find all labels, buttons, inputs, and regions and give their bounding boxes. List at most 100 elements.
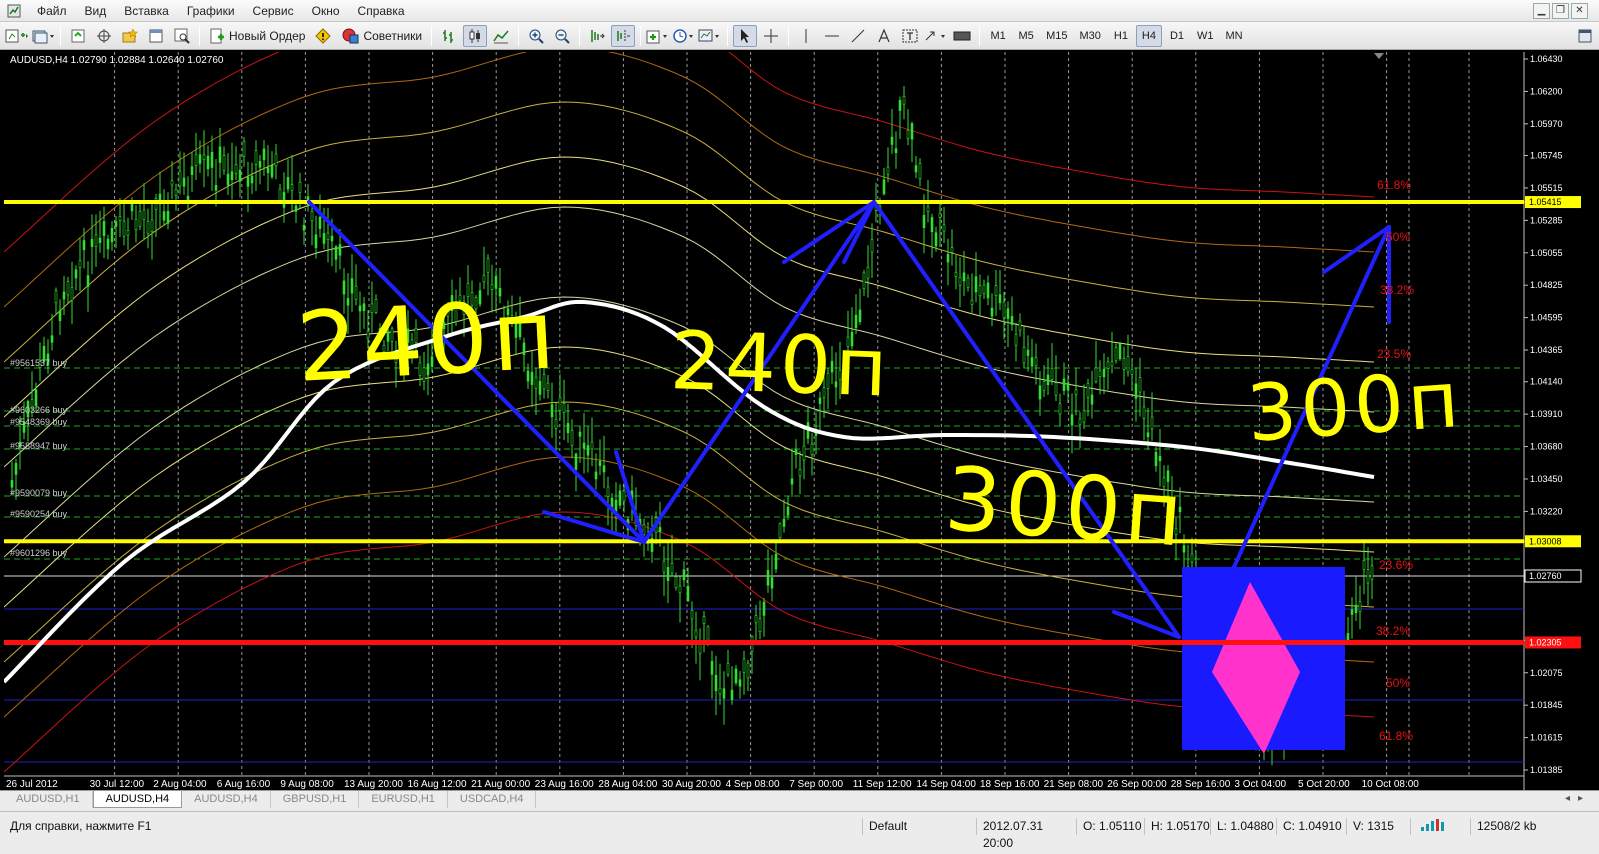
- color-tool-button[interactable]: [950, 25, 974, 47]
- timeframe-h4[interactable]: H4: [1135, 24, 1162, 47]
- menu-bar: Файл Вид Вставка Графики Сервис Окно Спр…: [0, 0, 1599, 22]
- data-window-button[interactable]: [92, 25, 116, 47]
- timeframe-m15[interactable]: M15: [1041, 25, 1072, 47]
- candle-body: [14, 463, 18, 475]
- date-axis-label: 30 Jul 12:00: [90, 779, 145, 790]
- candle-body: [238, 169, 242, 182]
- candle-body: [1010, 316, 1014, 325]
- profiles-button[interactable]: [31, 25, 55, 47]
- tab-audusd-h4[interactable]: AUDUSD,H4: [182, 791, 271, 808]
- candle-body: [710, 661, 714, 675]
- vertical-line-tool-button[interactable]: [794, 25, 818, 47]
- candle-body: [606, 486, 610, 497]
- timeframe-mn[interactable]: MN: [1220, 25, 1247, 47]
- timeframe-m5[interactable]: M5: [1013, 25, 1039, 47]
- crosshair-tool-button[interactable]: [759, 25, 783, 47]
- tab-audusd-h4-active[interactable]: AUDUSD,H4: [92, 791, 183, 808]
- experts-label: Советники: [363, 28, 423, 43]
- tab-audusd-h1[interactable]: AUDUSD,H1: [4, 791, 93, 808]
- menu-view[interactable]: Вид: [76, 0, 116, 22]
- candle-body: [222, 154, 226, 171]
- candle-body: [586, 445, 590, 456]
- candle-body: [1022, 346, 1026, 364]
- menu-charts[interactable]: Графики: [178, 0, 244, 22]
- candle-body: [126, 229, 130, 236]
- periods-button[interactable]: [672, 25, 696, 47]
- price-axis-label: 1.01615: [1530, 733, 1563, 743]
- menu-window[interactable]: Окно: [303, 0, 349, 22]
- menu-help[interactable]: Справка: [349, 0, 414, 22]
- candlestick-chart-button[interactable]: [463, 24, 488, 47]
- candle-body: [1150, 416, 1154, 430]
- candle-body: [1042, 381, 1046, 391]
- restore-button[interactable]: ❐: [1552, 3, 1569, 19]
- candle-body: [230, 171, 234, 180]
- status-profile: Default: [862, 818, 974, 835]
- candle-body: [682, 569, 686, 581]
- bar-chart-button[interactable]: [437, 25, 461, 47]
- candle-body: [762, 601, 766, 616]
- candle-body: [658, 527, 662, 532]
- status-datetime: 2012.07.31 20:00: [976, 818, 1076, 850]
- tab-usdcad-h4[interactable]: USDCAD,H4: [448, 791, 537, 808]
- trendline-tool-button[interactable]: [846, 25, 870, 47]
- text-tool-button[interactable]: [872, 25, 896, 47]
- autotrading-info-button[interactable]: [311, 25, 335, 47]
- market-watch-button[interactable]: [66, 25, 90, 47]
- candle-body: [122, 220, 126, 237]
- timeframe-w1[interactable]: W1: [1192, 25, 1219, 47]
- tab-eurusd-h1[interactable]: EURUSD,H1: [359, 791, 448, 808]
- indicators-button[interactable]: [646, 25, 670, 47]
- candle-body: [226, 173, 230, 186]
- candle-body: [926, 206, 930, 213]
- text-label-tool-button[interactable]: [898, 25, 922, 47]
- experts-button[interactable]: Советники: [337, 25, 426, 47]
- chart-shift-button[interactable]: [611, 24, 636, 47]
- menu-tools[interactable]: Сервис: [244, 0, 303, 22]
- strategy-tester-button[interactable]: [170, 25, 194, 47]
- candle-body: [106, 238, 110, 250]
- minimize-button[interactable]: ▁: [1533, 3, 1550, 19]
- arrows-tool-button[interactable]: [924, 25, 948, 47]
- candle-body: [778, 523, 782, 539]
- timeframe-d1[interactable]: D1: [1164, 25, 1190, 47]
- candle-body: [1074, 389, 1078, 395]
- candle-body: [666, 567, 670, 581]
- new-order-button[interactable]: Новый Ордер: [205, 25, 309, 47]
- new-chart-button[interactable]: [5, 25, 29, 47]
- candle-body: [218, 146, 222, 163]
- candle-body: [1118, 343, 1122, 360]
- zoom-out-button[interactable]: [550, 25, 574, 47]
- terminal-button[interactable]: [144, 25, 168, 47]
- timeframe-m30[interactable]: M30: [1075, 25, 1106, 47]
- candle-body: [1350, 609, 1354, 615]
- chart-window-close-button[interactable]: [1573, 25, 1597, 47]
- menu-insert[interactable]: Вставка: [115, 0, 178, 22]
- candle-body: [1078, 418, 1082, 425]
- timeframe-h1[interactable]: H1: [1108, 25, 1134, 47]
- candle-body: [1086, 382, 1090, 398]
- auto-scroll-button[interactable]: [585, 25, 609, 47]
- candle-body: [138, 211, 142, 227]
- warning-diamond-icon: [315, 27, 332, 44]
- chart-shift-icon: [617, 29, 631, 42]
- cursor-tool-button[interactable]: [733, 24, 758, 47]
- zoom-in-button[interactable]: [524, 25, 548, 47]
- price-chart[interactable]: 26 Jul 2012 30 Jul 12:00 2 Aug 04:00 6 Aug …: [4, 52, 1598, 790]
- bar-chart-icon: [443, 29, 454, 43]
- menu-file[interactable]: Файл: [28, 0, 76, 22]
- navigator-button[interactable]: [118, 25, 142, 47]
- price-axis-label: 1.05515: [1530, 183, 1563, 193]
- templates-button[interactable]: [698, 25, 722, 47]
- horizontal-line-tool-button[interactable]: [820, 25, 844, 47]
- candle-body: [270, 165, 274, 178]
- candle-body: [98, 237, 102, 243]
- tab-gbpusd-h1[interactable]: GBPUSD,H1: [271, 791, 360, 808]
- line-chart-button[interactable]: [489, 25, 513, 47]
- candle-body: [898, 100, 902, 111]
- tab-scroll-arrows[interactable]: ◂▸: [1565, 793, 1591, 804]
- candle-body: [94, 234, 98, 248]
- timeframe-m1[interactable]: M1: [985, 25, 1011, 47]
- close-button[interactable]: ✕: [1571, 3, 1588, 19]
- toolbar-separator: [979, 25, 981, 46]
